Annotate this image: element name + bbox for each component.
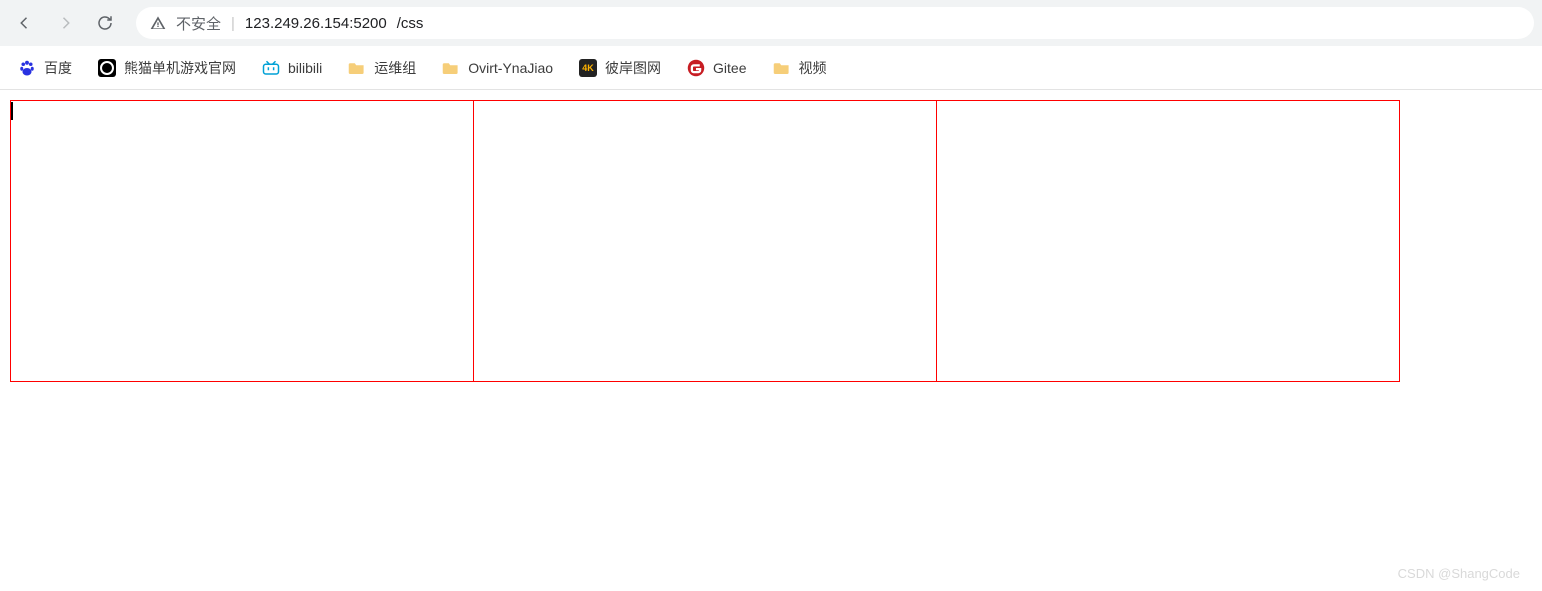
baidu-icon (18, 59, 36, 77)
url-path: /css (397, 15, 424, 32)
bookmark-label: Ovirt-YnaJiao (468, 60, 553, 76)
arrow-right-icon (56, 14, 74, 32)
reload-icon (96, 14, 114, 32)
arrow-left-icon (16, 14, 34, 32)
bookmark-ovirt-folder[interactable]: Ovirt-YnaJiao (442, 59, 553, 77)
not-secure-label: 不安全 (176, 13, 221, 34)
reload-button[interactable] (88, 6, 122, 40)
page-viewport (0, 90, 1542, 392)
browser-toolbar: 不安全 | 123.249.26.154:5200/css (0, 0, 1542, 46)
text-cursor (11, 102, 13, 120)
bookmark-label: 视频 (799, 58, 827, 78)
bookmark-label: 彼岸图网 (605, 58, 661, 78)
bookmark-gitee[interactable]: Gitee (687, 59, 746, 77)
bookmark-ops-folder[interactable]: 运维组 (348, 58, 416, 78)
bookmark-video-folder[interactable]: 视频 (773, 58, 827, 78)
folder-icon (773, 59, 791, 77)
folder-icon (442, 59, 460, 77)
back-button[interactable] (8, 6, 42, 40)
panda-icon (98, 59, 116, 77)
red-box (473, 100, 937, 382)
watermark: CSDN @ShangCode (1398, 566, 1520, 581)
red-box (10, 100, 474, 382)
bilibili-icon (262, 59, 280, 77)
bookmark-label: 百度 (44, 58, 72, 78)
gitee-icon (687, 59, 705, 77)
folder-icon (348, 59, 366, 77)
box-row (10, 100, 1532, 382)
bookmark-4k[interactable]: 4K 彼岸图网 (579, 58, 661, 78)
not-secure-icon (150, 15, 166, 31)
bookmark-baidu[interactable]: 百度 (18, 58, 72, 78)
bookmark-label: 运维组 (374, 58, 416, 78)
bookmark-panda[interactable]: 熊猫单机游戏官网 (98, 58, 236, 78)
fourk-icon: 4K (579, 59, 597, 77)
url-host: 123.249.26.154:5200 (245, 15, 387, 32)
bookmark-bilibili[interactable]: bilibili (262, 59, 322, 77)
address-divider: | (231, 15, 235, 32)
bookmarks-bar: 百度 熊猫单机游戏官网 bilibili 运维组 Ovirt-YnaJiao 4… (0, 46, 1542, 90)
address-bar[interactable]: 不安全 | 123.249.26.154:5200/css (136, 7, 1534, 39)
bookmark-label: 熊猫单机游戏官网 (124, 58, 236, 78)
bookmark-label: Gitee (713, 60, 746, 76)
forward-button[interactable] (48, 6, 82, 40)
bookmark-label: bilibili (288, 60, 322, 76)
red-box (936, 100, 1400, 382)
